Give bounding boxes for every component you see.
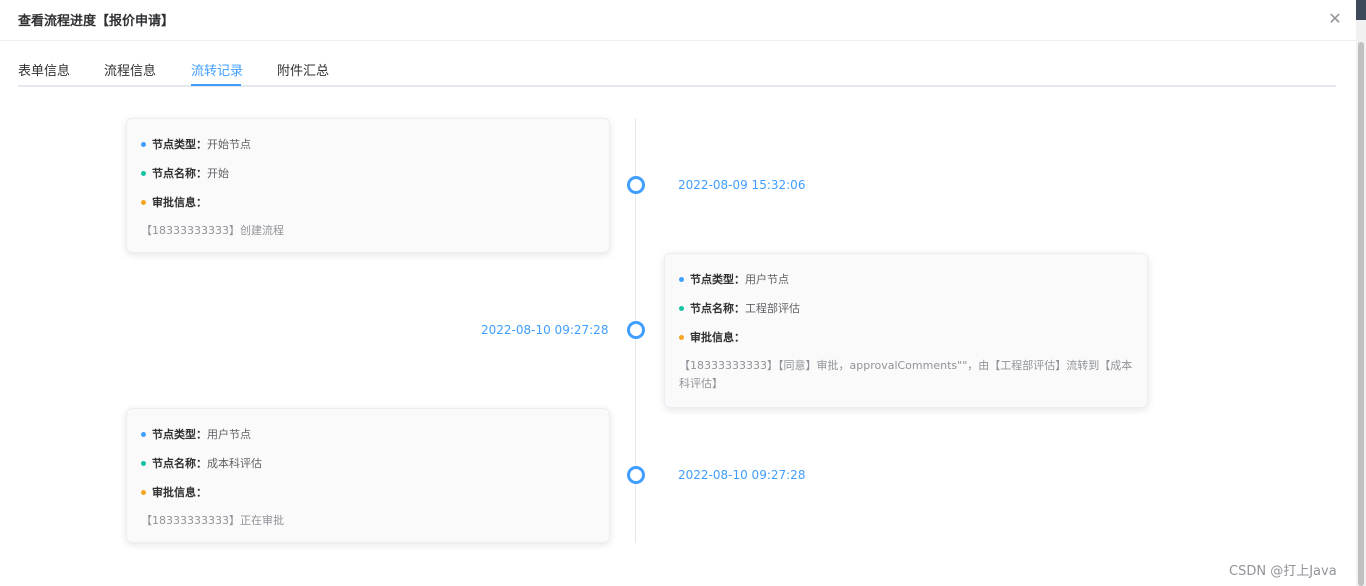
- node-name-row: 节点名称：开始: [141, 162, 595, 191]
- timeline-time: 2022-08-09 15:32:06: [678, 178, 806, 192]
- approval-info: 【18333333333】【同意】审批，approvalComments""，由…: [679, 359, 1133, 390]
- node-name-value: 开始: [207, 167, 229, 180]
- node-name-label: 节点名称：: [690, 302, 745, 315]
- scrollbar-thumb[interactable]: [1358, 42, 1364, 586]
- node-type-value: 开始节点: [207, 138, 251, 151]
- timeline-time: 2022-08-10 09:27:28: [678, 468, 806, 482]
- timeline-card: 节点类型：开始节点 节点名称：开始 审批信息： 【18333333333】创建流…: [126, 118, 610, 253]
- node-type-row: 节点类型：用户节点: [679, 268, 1133, 297]
- approval-label: 审批信息：: [690, 331, 745, 344]
- node-type-row: 节点类型：用户节点: [141, 423, 595, 452]
- node-type-value: 用户节点: [745, 273, 789, 286]
- dialog-title: 查看流程进度【报价申请】: [18, 14, 175, 29]
- approval-row: 审批信息：: [141, 481, 595, 510]
- timeline-node: [627, 466, 645, 484]
- watermark: CSDN @打上Java: [1229, 564, 1337, 579]
- timeline-card: 节点类型：用户节点 节点名称：工程部评估 审批信息： 【18333333333】…: [664, 253, 1148, 408]
- approval-label: 审批信息：: [152, 486, 207, 499]
- dot-icon: [679, 276, 684, 282]
- node-name-value: 成本科评估: [207, 457, 262, 470]
- approval-row: 审批信息：: [141, 191, 595, 220]
- tab-form-info[interactable]: 表单信息: [18, 60, 70, 79]
- node-type-label: 节点类型：: [152, 138, 207, 151]
- node-type-value: 用户节点: [207, 428, 251, 441]
- node-name-row: 节点名称：成本科评估: [141, 452, 595, 481]
- timeline-card: 节点类型：用户节点 节点名称：成本科评估 审批信息： 【18333333333】…: [126, 408, 610, 543]
- scrollbar[interactable]: [1356, 0, 1366, 586]
- tab-attachments[interactable]: 附件汇总: [277, 60, 329, 79]
- active-tab-indicator: [191, 84, 241, 86]
- node-name-value: 工程部评估: [745, 302, 800, 315]
- dot-icon: [141, 460, 146, 466]
- dot-icon: [679, 334, 684, 340]
- timeline-time: 2022-08-10 09:27:28: [481, 323, 609, 337]
- approval-info: 【18333333333】创建流程: [141, 224, 284, 237]
- dot-icon: [141, 199, 146, 205]
- node-name-label: 节点名称：: [152, 457, 207, 470]
- tab-process-info[interactable]: 流程信息: [104, 60, 156, 79]
- dot-icon: [141, 141, 146, 147]
- dialog-header: 查看流程进度【报价申请】 ✕: [0, 0, 1356, 41]
- timeline-node: [627, 321, 645, 339]
- dot-icon: [141, 431, 146, 437]
- dot-icon: [679, 305, 684, 311]
- node-type-label: 节点类型：: [152, 428, 207, 441]
- timeline-node: [627, 176, 645, 194]
- node-type-label: 节点类型：: [690, 273, 745, 286]
- tab-bar: 表单信息 流程信息 流转记录 附件汇总: [18, 54, 1336, 87]
- approval-info: 【18333333333】正在审批: [141, 514, 284, 527]
- approval-label: 审批信息：: [152, 196, 207, 209]
- node-name-label: 节点名称：: [152, 167, 207, 180]
- approval-row: 审批信息：: [679, 326, 1133, 355]
- dot-icon: [141, 489, 146, 495]
- dot-icon: [141, 170, 146, 176]
- node-name-row: 节点名称：工程部评估: [679, 297, 1133, 326]
- node-type-row: 节点类型：开始节点: [141, 133, 595, 162]
- tab-flow-record[interactable]: 流转记录: [191, 60, 243, 79]
- scrollbar-top: [1356, 0, 1366, 20]
- close-icon[interactable]: ✕: [1326, 10, 1344, 28]
